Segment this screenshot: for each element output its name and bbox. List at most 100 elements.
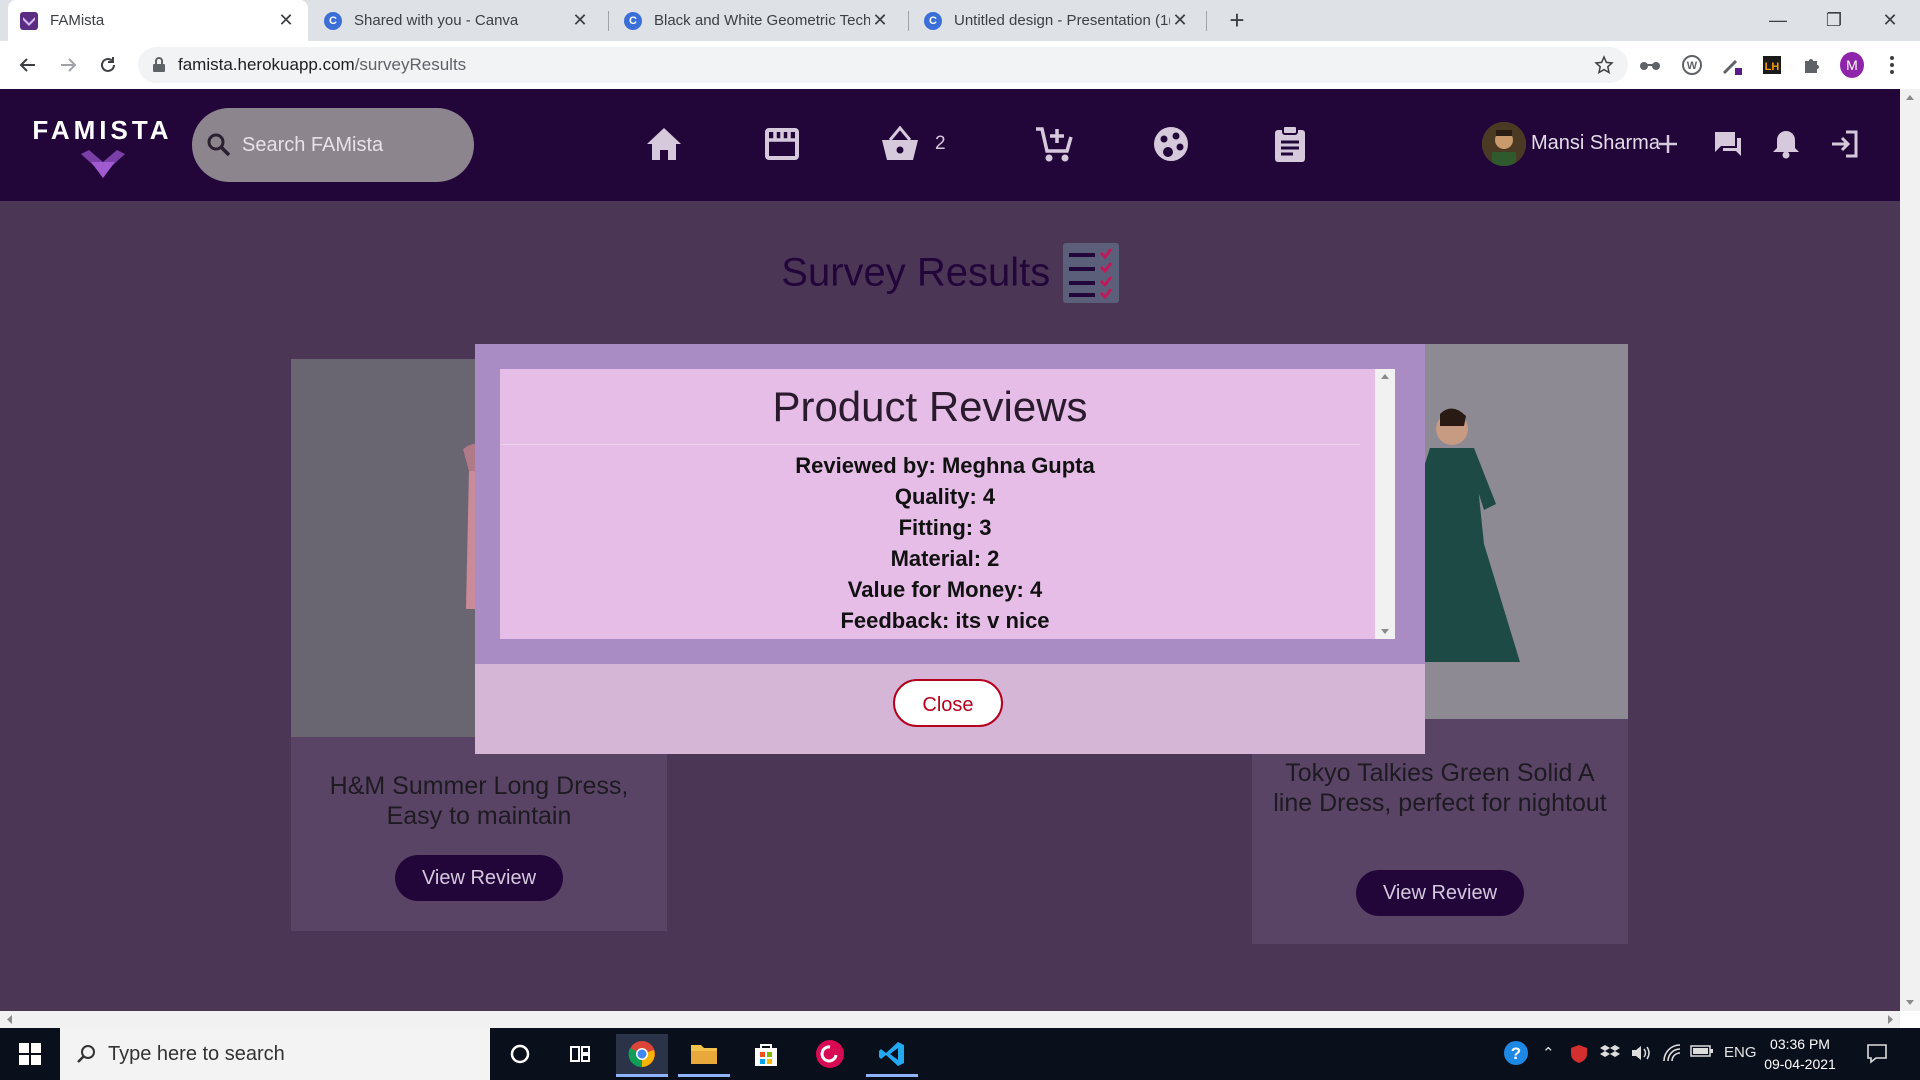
nav-basket[interactable] — [878, 122, 922, 166]
app-navbar: FAMISTA 2 Mansi Sharma — [0, 89, 1900, 201]
logout-button[interactable] — [1822, 122, 1866, 166]
view-review-button[interactable]: View Review — [395, 855, 563, 901]
modal-scrollbar[interactable] — [1375, 369, 1395, 639]
page-vertical-scrollbar[interactable] — [1900, 89, 1920, 1011]
browser-tab-canva-shared[interactable]: C Shared with you - Canva ✕ — [312, 0, 602, 41]
help-icon[interactable]: ? — [1503, 1040, 1529, 1066]
lock-icon — [153, 57, 165, 72]
notifications-button[interactable] — [1764, 122, 1808, 166]
file-explorer-button[interactable] — [678, 1034, 730, 1077]
taskbar-search[interactable]: Type here to search — [60, 1028, 490, 1080]
clock-date: 09-04-2021 — [1764, 1056, 1836, 1072]
close-tab-icon[interactable]: ✕ — [276, 10, 296, 31]
scroll-down-icon — [1906, 1000, 1914, 1005]
clipboard-icon — [1275, 125, 1305, 162]
browser-tab-famista[interactable]: FAMista ✕ — [8, 0, 308, 41]
avatar[interactable] — [1482, 122, 1526, 166]
action-center-icon[interactable] — [1866, 1042, 1888, 1064]
search-bar[interactable] — [192, 108, 474, 182]
tab-title: Black and White Geometric Techn — [654, 12, 870, 29]
nav-add-to-cart[interactable] — [1032, 122, 1076, 166]
add-button[interactable] — [1646, 122, 1690, 166]
taskbar-clock[interactable]: 03:36 PM 09-04-2021 — [1755, 1034, 1845, 1074]
user-name[interactable]: Mansi Sharma — [1531, 132, 1660, 155]
restore-button[interactable]: ❐ — [1814, 6, 1854, 34]
nav-survey[interactable] — [1268, 122, 1312, 166]
browser-tab-bar: FAMista ✕ C Shared with you - Canva ✕ C … — [0, 0, 1920, 41]
fitting-rating: Fitting: 3 — [898, 515, 992, 540]
battery-icon[interactable] — [1690, 1044, 1714, 1058]
tab-separator — [608, 11, 609, 31]
close-tab-icon[interactable]: ✕ — [570, 10, 590, 31]
debian-app-button[interactable] — [804, 1034, 856, 1074]
messages-button[interactable] — [1706, 122, 1750, 166]
wifi-icon[interactable] — [1662, 1044, 1682, 1062]
close-tab-icon[interactable]: ✕ — [1170, 10, 1190, 31]
color-picker-icon[interactable] — [1720, 53, 1744, 77]
taskbar-search-placeholder: Type here to search — [108, 1042, 285, 1065]
folder-icon — [691, 1045, 717, 1064]
page-horizontal-scrollbar[interactable] — [0, 1011, 1900, 1028]
extension-glasses-icon[interactable] — [1638, 53, 1662, 77]
svg-text:W: W — [1687, 60, 1698, 72]
window-close-button[interactable]: ✕ — [1870, 6, 1910, 34]
volume-icon[interactable] — [1630, 1044, 1652, 1062]
famista-logo[interactable]: FAMISTA — [30, 115, 175, 184]
close-tab-icon[interactable]: ✕ — [870, 10, 890, 31]
language-indicator[interactable]: ENG — [1724, 1044, 1757, 1061]
handshake-logo-icon — [80, 150, 125, 178]
task-view-button[interactable] — [554, 1034, 606, 1074]
start-button[interactable] — [4, 1034, 56, 1074]
browser-menu-icon[interactable] — [1880, 53, 1904, 77]
store-icon — [765, 128, 799, 160]
nav-styles[interactable] — [1149, 122, 1193, 166]
home-icon — [647, 128, 681, 160]
lighthouse-icon[interactable]: LH — [1760, 53, 1784, 77]
canva-icon: C — [924, 11, 942, 30]
forward-button[interactable] — [54, 51, 82, 79]
cortana-icon — [510, 1044, 530, 1064]
product-reviews-modal: Product Reviews Reviewed by: Meghna Gupt… — [475, 344, 1425, 754]
nav-store[interactable] — [760, 122, 804, 166]
dropbox-icon[interactable] — [1600, 1044, 1620, 1062]
view-review-button[interactable]: View Review — [1356, 870, 1524, 916]
canva-icon: C — [324, 11, 342, 30]
chrome-taskbar-button[interactable] — [616, 1034, 668, 1077]
new-tab-button[interactable]: + — [1222, 6, 1252, 36]
modal-title: Product Reviews — [772, 383, 1088, 430]
taskbar: Type here to search ? ⌃ ENG 03:36 PM 09-… — [0, 1028, 1920, 1080]
back-button[interactable] — [14, 51, 42, 79]
scroll-left-icon — [7, 1015, 12, 1024]
basket-icon — [882, 126, 918, 160]
address-bar[interactable]: famista.herokuapp.com/surveyResults — [138, 47, 1628, 83]
clock-time: 03:36 PM — [1770, 1036, 1830, 1052]
task-view-icon — [570, 1046, 590, 1062]
close-button[interactable]: Close — [893, 679, 1003, 727]
checklist-icon — [1062, 243, 1119, 303]
microsoft-store-button[interactable] — [740, 1034, 792, 1074]
svg-text:LH: LH — [1765, 61, 1780, 73]
search-input[interactable] — [240, 132, 464, 158]
debian-swirl-icon — [816, 1040, 844, 1068]
tab-separator — [1206, 11, 1207, 31]
svg-text:?: ? — [1511, 1044, 1521, 1063]
value-rating: Value for Money: 4 — [847, 577, 1043, 602]
scroll-right-icon — [1888, 1015, 1893, 1024]
browser-tab-canva-presentation[interactable]: C Untitled design - Presentation (1( ✕ — [912, 0, 1202, 41]
cortana-button[interactable] — [494, 1034, 546, 1074]
mcafee-shield-icon[interactable] — [1570, 1044, 1588, 1064]
back-arrow-icon — [19, 58, 35, 72]
extensions-puzzle-icon[interactable] — [1800, 53, 1824, 77]
cart-count-badge: 2 — [935, 133, 946, 154]
browser-tab-canva-geometric[interactable]: C Black and White Geometric Techn ✕ — [612, 0, 902, 41]
minimize-button[interactable]: — — [1758, 6, 1798, 34]
scroll-up-icon — [1381, 374, 1389, 379]
reload-button[interactable] — [94, 51, 122, 79]
wordpress-icon[interactable]: W — [1680, 53, 1704, 77]
reviewer-name: Reviewed by: Meghna Gupta — [795, 453, 1095, 478]
nav-home[interactable] — [642, 122, 686, 166]
bookmark-star-icon[interactable] — [1594, 55, 1614, 75]
tray-chevron-up-icon[interactable]: ⌃ — [1542, 1044, 1555, 1062]
vscode-button[interactable] — [866, 1034, 918, 1077]
profile-avatar-button[interactable]: M — [1840, 52, 1864, 78]
